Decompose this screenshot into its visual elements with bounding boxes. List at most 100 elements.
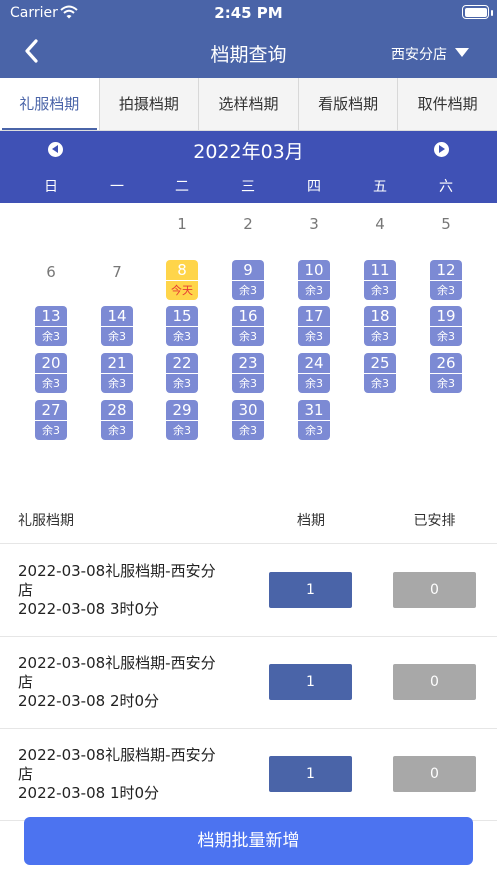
column-header-schedule-name: 礼服档期 <box>18 513 74 529</box>
calendar-day-number: 23 <box>232 353 264 374</box>
calendar-day-cell[interactable]: 25 余3 <box>364 353 396 393</box>
calendar-day-number: 18 <box>364 306 396 327</box>
nav-bar: 档期查询 西安分店 <box>0 26 497 78</box>
calendar-day-cell[interactable]: 19 余3 <box>430 306 462 346</box>
calendar-day-number: 20 <box>35 353 67 374</box>
arranged-button[interactable]: 0 <box>393 572 476 608</box>
tab-review-schedule[interactable]: 看版档期 <box>299 78 399 130</box>
next-month-icon[interactable] <box>434 142 449 157</box>
calendar-day-number: 12 <box>430 260 462 281</box>
calendar-day-cell[interactable]: 13 余3 <box>35 306 67 346</box>
remaining-count: 余3 <box>437 284 455 297</box>
calendar-day-number: 29 <box>166 400 198 421</box>
calendar-day-cell[interactable]: 24 余3 <box>298 353 330 393</box>
calendar-day-plain[interactable]: 1 <box>166 215 198 233</box>
remaining-count: 余3 <box>437 377 455 390</box>
calendar-day-number: 24 <box>298 353 330 374</box>
calendar-day-cell[interactable]: 16 余3 <box>232 306 264 346</box>
calendar-day-plain[interactable]: 2 <box>232 215 264 233</box>
schedule-title: 2022-03-08礼服档期-西安分店 <box>18 654 216 691</box>
schedule-title: 2022-03-08礼服档期-西安分店 <box>18 746 216 783</box>
calendar-day-plain[interactable]: 3 <box>298 215 330 233</box>
calendar-day-cell[interactable]: 30 余3 <box>232 400 264 440</box>
calendar-day-plain[interactable]: 5 <box>430 215 462 233</box>
calendar-day-cell[interactable]: 9 余3 <box>232 260 264 300</box>
calendar-grid: 1 2 3 4 5 6 7 8 今天 9 余3 10 余3 11 余3 12 余3 13 余3 14 余3 15 余3 16 余… <box>0 203 497 473</box>
calendar-day-today[interactable]: 8 今天 <box>166 260 198 300</box>
store-selector[interactable]: 西安分店 <box>391 44 447 64</box>
calendar-day-cell[interactable]: 15 余3 <box>166 306 198 346</box>
schedule-description: 2022-03-08礼服档期-西安分店 2022-03-08 1时0分 <box>18 746 228 803</box>
column-header-slots: 档期 <box>297 513 325 529</box>
calendar-day-plain[interactable]: 4 <box>364 215 396 233</box>
weekday-label: 六 <box>439 179 453 195</box>
schedule-time: 2022-03-08 1时0分 <box>18 784 160 802</box>
status-bar: Carrier 2:45 PM <box>0 0 497 26</box>
weekday-label: 一 <box>110 179 124 195</box>
calendar-day-number: 11 <box>364 260 396 281</box>
schedule-title: 2022-03-08礼服档期-西安分店 <box>18 562 216 599</box>
calendar-day-cell[interactable]: 29 余3 <box>166 400 198 440</box>
month-label: 2022年03月 <box>193 141 304 163</box>
calendar-day-cell[interactable]: 21 余3 <box>101 353 133 393</box>
calendar-day-number: 27 <box>35 400 67 421</box>
weekday-row: 日 一 二 三 四 五 六 <box>0 176 497 196</box>
remaining-count: 余3 <box>42 330 60 343</box>
calendar-day-cell[interactable]: 28 余3 <box>101 400 133 440</box>
calendar-day-number: 17 <box>298 306 330 327</box>
weekday-label: 二 <box>175 179 189 195</box>
remaining-count: 余3 <box>239 284 257 297</box>
arranged-button[interactable]: 0 <box>393 756 476 792</box>
schedule-time: 2022-03-08 3时0分 <box>18 600 160 618</box>
arranged-button[interactable]: 0 <box>393 664 476 700</box>
calendar-day-number: 30 <box>232 400 264 421</box>
calendar-day-number: 15 <box>166 306 198 327</box>
calendar-day-number: 13 <box>35 306 67 327</box>
calendar-day-cell[interactable]: 11 余3 <box>364 260 396 300</box>
remaining-count: 余3 <box>173 377 191 390</box>
tab-dress-schedule[interactable]: 礼服档期 <box>0 78 100 130</box>
remaining-count: 余3 <box>42 424 60 437</box>
calendar-day-cell[interactable]: 14 余3 <box>101 306 133 346</box>
tab-pickup-schedule[interactable]: 取件档期 <box>398 78 497 130</box>
schedule-description: 2022-03-08礼服档期-西安分店 2022-03-08 2时0分 <box>18 654 228 711</box>
remaining-count: 余3 <box>305 330 323 343</box>
remaining-count: 余3 <box>108 424 126 437</box>
slots-button[interactable]: 1 <box>269 572 352 608</box>
batch-add-button[interactable]: 档期批量新增 <box>24 817 473 865</box>
calendar-day-plain[interactable]: 7 <box>101 263 133 281</box>
tab-shoot-schedule[interactable]: 拍摄档期 <box>100 78 200 130</box>
calendar-day-cell[interactable]: 22 余3 <box>166 353 198 393</box>
schedule-row: 2022-03-08礼服档期-西安分店 2022-03-08 2时0分 1 0 <box>0 637 497 729</box>
caret-down-icon[interactable] <box>455 48 469 57</box>
schedule-row: 2022-03-08礼服档期-西安分店 2022-03-08 3时0分 1 0 <box>0 545 497 637</box>
remaining-count: 余3 <box>173 424 191 437</box>
weekday-label: 三 <box>241 179 255 195</box>
remaining-count: 余3 <box>42 377 60 390</box>
calendar-day-cell[interactable]: 26 余3 <box>430 353 462 393</box>
calendar-day-cell[interactable]: 12 余3 <box>430 260 462 300</box>
calendar-day-cell[interactable]: 31 余3 <box>298 400 330 440</box>
calendar-day-cell[interactable]: 23 余3 <box>232 353 264 393</box>
schedule-description: 2022-03-08礼服档期-西安分店 2022-03-08 3时0分 <box>18 562 228 619</box>
calendar-day-number: 14 <box>101 306 133 327</box>
calendar-day-cell[interactable]: 18 余3 <box>364 306 396 346</box>
remaining-count: 余3 <box>437 330 455 343</box>
calendar-day-number: 26 <box>430 353 462 374</box>
calendar-day-plain[interactable]: 6 <box>35 263 67 281</box>
slots-button[interactable]: 1 <box>269 756 352 792</box>
calendar-day-cell[interactable]: 20 余3 <box>35 353 67 393</box>
calendar-day-number: 21 <box>101 353 133 374</box>
calendar-day-number: 25 <box>364 353 396 374</box>
remaining-count: 余3 <box>173 330 191 343</box>
calendar-day-number: 28 <box>101 400 133 421</box>
remaining-count: 余3 <box>108 377 126 390</box>
status-time: 2:45 PM <box>214 4 283 22</box>
calendar-day-cell[interactable]: 27 余3 <box>35 400 67 440</box>
calendar-day-cell[interactable]: 17 余3 <box>298 306 330 346</box>
slots-button[interactable]: 1 <box>269 664 352 700</box>
tab-select-schedule[interactable]: 选样档期 <box>199 78 299 130</box>
calendar-day-cell[interactable]: 10 余3 <box>298 260 330 300</box>
schedule-time: 2022-03-08 2时0分 <box>18 692 160 710</box>
remaining-count: 余3 <box>108 330 126 343</box>
